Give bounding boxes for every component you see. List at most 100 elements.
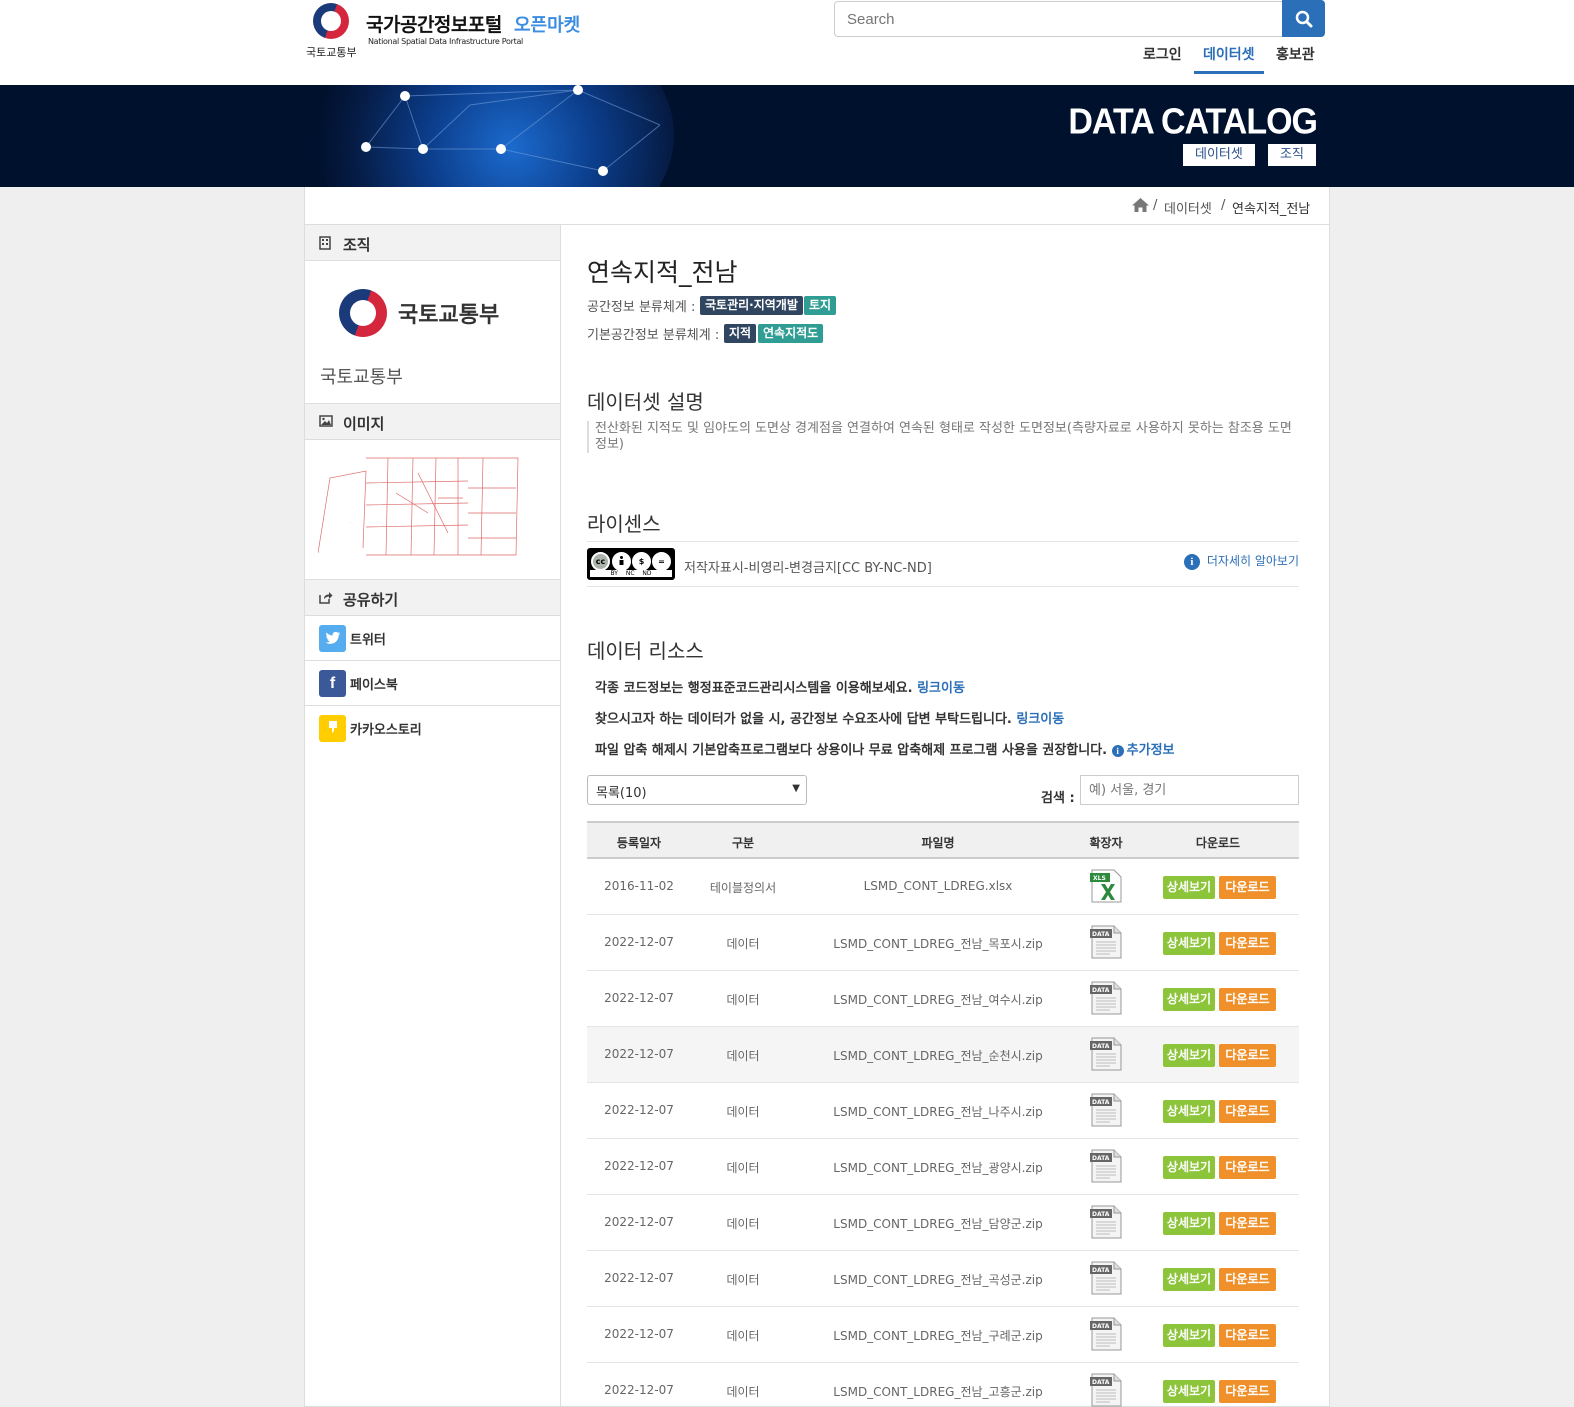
share-twitter-label: 트위터 (350, 633, 386, 648)
portal-subtitle: National Spatial Data Infrastructure Por… (368, 37, 523, 46)
base-class-tag[interactable]: 지적 (724, 324, 757, 343)
nav-promotion[interactable]: 홍보관 (1276, 44, 1315, 64)
org-logo-text[interactable]: 국토교통부 (398, 297, 499, 329)
row-filename: LSMD_CONT_LDREG_전남_고흥군.zip (833, 1385, 1043, 1399)
th-date[interactable]: 등록일자 (587, 834, 691, 851)
license-more-link[interactable]: i 더자세히 알아보기 (1183, 552, 1299, 570)
org-name[interactable]: 국토교통부 (320, 363, 403, 389)
table-search-label: 검색 : (1041, 791, 1075, 806)
info-icon: i (1183, 554, 1200, 570)
xls-file-icon: XLS (1090, 869, 1122, 903)
breadcrumb-current: 연속지적_전남 (1232, 202, 1311, 217)
row-filename: LSMD_CONT_LDREG_전남_나주시.zip (833, 1105, 1043, 1119)
row-date: 2016-11-02 (604, 879, 674, 893)
detail-button[interactable]: 상세보기 (1163, 988, 1215, 1011)
breadcrumb: / 데이터셋 / 연속지적_전남 (305, 187, 1329, 225)
notice-text: 찾으시고자 하는 데이터가 없을 시, 공간정보 수요조사에 답변 부탁드립니다… (595, 712, 1012, 727)
share-kakaostory[interactable]: 카카오스토리 (305, 706, 560, 751)
notice-link[interactable]: 링크이동 (1016, 712, 1064, 727)
detail-button[interactable]: 상세보기 (1163, 932, 1215, 955)
cc-nd-icon: = (652, 552, 671, 571)
row-type: 데이터 (726, 993, 760, 1007)
cc-icon: cc (591, 552, 610, 571)
th-extension[interactable]: 확장자 (1081, 834, 1131, 851)
row-date: 2022-12-07 (604, 1271, 674, 1285)
home-icon[interactable] (1131, 197, 1150, 213)
data-file-icon: DATA (1090, 1093, 1122, 1127)
sidebar-image-heading-label: 이미지 (343, 415, 385, 433)
th-filename[interactable]: 파일명 (795, 834, 1081, 851)
building-icon (319, 236, 332, 250)
catalog-dataset-button[interactable]: 데이터셋 (1183, 144, 1255, 166)
spatial-class-tag[interactable]: 토지 (804, 296, 837, 315)
download-button[interactable]: 다운로드 (1219, 932, 1276, 955)
main-panel: / 데이터셋 / 연속지적_전남 조직 국토교통부 국토교통부 이미지 ⋯ ⋯ … (304, 187, 1330, 1407)
svg-text:⋯: ⋯ (398, 462, 401, 466)
data-file-icon: DATA (1090, 1149, 1122, 1183)
row-type: 데이터 (726, 1273, 760, 1287)
svg-text:⋯: ⋯ (448, 462, 451, 466)
cc-by-icon (612, 552, 631, 571)
page-size-select[interactable]: 목록(10) ▼ (587, 775, 807, 805)
download-button[interactable]: 다운로드 (1219, 876, 1276, 899)
svg-text:DATA: DATA (1092, 931, 1110, 938)
download-button[interactable]: 다운로드 (1219, 1100, 1276, 1123)
detail-button[interactable]: 상세보기 (1163, 1100, 1215, 1123)
svg-text:DATA: DATA (1092, 1379, 1110, 1386)
table-search-input[interactable] (1080, 775, 1299, 805)
notice-text: 파일 압축 해제시 기본압축프로그램보다 상용이나 무료 압축해제 프로그램 사… (595, 743, 1108, 758)
download-button[interactable]: 다운로드 (1219, 1324, 1276, 1347)
detail-button[interactable]: 상세보기 (1163, 1268, 1215, 1291)
table-row: 2022-12-07 데이터 LSMD_CONT_LDREG_전남_고흥군.zip D… (587, 1363, 1299, 1407)
table-header: 등록일자 구분 파일명 확장자 다운로드 (587, 821, 1299, 859)
base-class-tag[interactable]: 연속지적도 (758, 324, 824, 343)
download-button[interactable]: 다운로드 (1219, 1380, 1276, 1403)
notice-more-info-link[interactable]: i 추가정보 (1111, 743, 1175, 758)
spatial-class-tag[interactable]: 국토관리·지역개발 (700, 296, 803, 315)
license-box: cc $ = BY NC ND 저작자표시-비영리-변경금지[CC BY-NC-… (587, 541, 1299, 587)
download-button[interactable]: 다운로드 (1219, 1268, 1276, 1291)
detail-button[interactable]: 상세보기 (1163, 876, 1215, 899)
row-date: 2022-12-07 (604, 1047, 674, 1061)
share-facebook[interactable]: f 페이스북 (305, 661, 560, 706)
portal-title[interactable]: 국가공간정보포털 (366, 10, 502, 37)
dataset-preview-image[interactable]: ⋯ ⋯ ⋯ ⋯ (318, 453, 524, 561)
base-class-label: 기본공간정보 분류체계 : (587, 328, 720, 343)
dataset-title: 연속지적_전남 (587, 258, 738, 287)
cc-license-badge-icon[interactable]: cc $ = BY NC ND (587, 548, 675, 580)
th-download[interactable]: 다운로드 (1153, 834, 1283, 851)
ministry-label: 국토교통부 (306, 46, 357, 59)
table-row: 2016-11-02 테이블정의서 LSMD_CONT_LDREG.xlsx XLS 상… (587, 859, 1299, 915)
detail-button[interactable]: 상세보기 (1163, 1212, 1215, 1235)
download-button[interactable]: 다운로드 (1219, 1156, 1276, 1179)
data-file-icon: DATA (1090, 1037, 1122, 1071)
table-row: 2022-12-07 데이터 LSMD_CONT_LDREG_전남_여수시.zip D… (587, 971, 1299, 1027)
table-row: 2022-12-07 데이터 LSMD_CONT_LDREG_전남_나주시.zip D… (587, 1083, 1299, 1139)
open-market-label[interactable]: 오픈마켓 (514, 11, 580, 37)
catalog-org-button[interactable]: 조직 (1268, 144, 1316, 166)
notice-link[interactable]: 링크이동 (917, 681, 965, 696)
detail-button[interactable]: 상세보기 (1163, 1156, 1215, 1179)
row-date: 2022-12-07 (604, 935, 674, 949)
row-date: 2022-12-07 (604, 1215, 674, 1229)
th-type[interactable]: 구분 (691, 834, 795, 851)
svg-text:DATA: DATA (1092, 1099, 1110, 1106)
notice-code-info: 각종 코드정보는 행정표준코드관리시스템을 이용해보세요. 링크이동 (595, 677, 965, 696)
breadcrumb-separator: / (1221, 198, 1226, 213)
detail-button[interactable]: 상세보기 (1163, 1380, 1215, 1403)
ministry-emblem-icon[interactable] (313, 3, 349, 39)
detail-button[interactable]: 상세보기 (1163, 1044, 1215, 1067)
table-row: 2022-12-07 데이터 LSMD_CONT_LDREG_전남_목포시.zip D… (587, 915, 1299, 971)
nav-dataset[interactable]: 데이터셋 (1203, 44, 1255, 64)
site-search-button[interactable] (1282, 0, 1325, 37)
nav-login[interactable]: 로그인 (1143, 44, 1182, 64)
site-search-input[interactable] (834, 1, 1284, 37)
detail-button[interactable]: 상세보기 (1163, 1324, 1215, 1347)
share-twitter[interactable]: 트위터 (305, 616, 560, 661)
download-button[interactable]: 다운로드 (1219, 1212, 1276, 1235)
breadcrumb-dataset[interactable]: 데이터셋 (1164, 198, 1212, 217)
download-button[interactable]: 다운로드 (1219, 988, 1276, 1011)
download-button[interactable]: 다운로드 (1219, 1044, 1276, 1067)
page-size-value: 목록(10) (596, 786, 647, 801)
org-emblem-icon[interactable] (339, 289, 387, 337)
